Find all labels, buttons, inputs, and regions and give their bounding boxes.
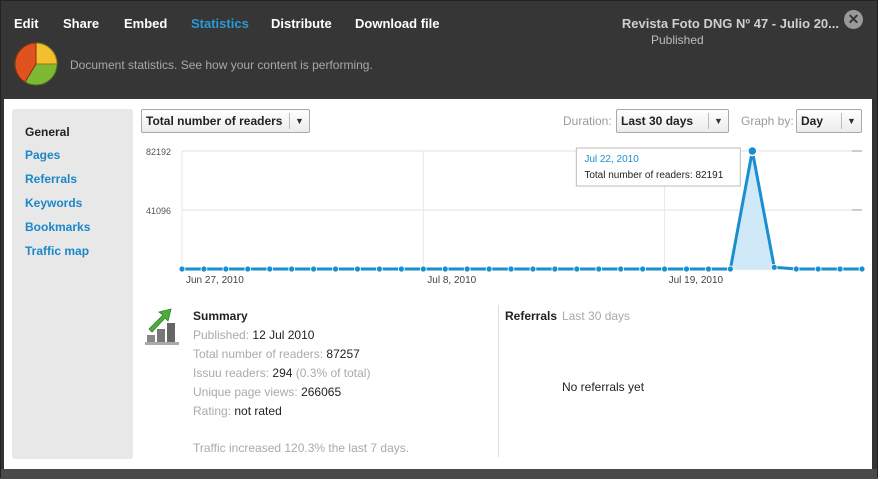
data-point xyxy=(661,265,668,273)
data-point xyxy=(266,265,274,273)
data-point xyxy=(792,265,800,273)
x-tick-label: Jul 8, 2010 xyxy=(427,275,476,286)
rating-value: not rated xyxy=(234,404,282,418)
data-point xyxy=(617,265,625,273)
data-point xyxy=(529,265,537,273)
tooltip-value: Total number of readers: 82191 xyxy=(584,170,723,181)
data-point xyxy=(595,265,603,273)
document-status: Published xyxy=(651,33,704,47)
summary-published: Published: 12 Jul 2010 xyxy=(193,328,314,342)
tab-statistics[interactable]: Statistics xyxy=(191,16,249,31)
summary-page-views: Unique page views: 266065 xyxy=(193,385,341,399)
metric-select-value: Total number of readers xyxy=(146,114,283,128)
sidebar-item-bookmarks[interactable]: Bookmarks xyxy=(25,220,90,234)
sidebar-item-traffic-map[interactable]: Traffic map xyxy=(25,244,89,258)
y-tick-label: 82192 xyxy=(146,147,171,157)
tab-embed[interactable]: Embed xyxy=(124,16,167,31)
data-point xyxy=(770,263,778,271)
data-point xyxy=(200,265,208,273)
summary-issuu-readers: Issuu readers: 294 (0.3% of total) xyxy=(193,366,370,380)
data-point xyxy=(332,265,339,273)
graph-by-select[interactable]: Day ▼ xyxy=(796,109,862,133)
header-tagline: Document statistics. See how your conten… xyxy=(70,58,373,72)
section-divider xyxy=(498,305,499,457)
data-point xyxy=(310,265,318,273)
data-point xyxy=(463,265,471,273)
referrals-title: Referrals xyxy=(505,309,558,323)
tab-distribute[interactable]: Distribute xyxy=(271,16,332,31)
sidebar-item-general[interactable]: General xyxy=(25,125,70,139)
referrals-empty-message: No referrals yet xyxy=(562,380,645,394)
metric-select[interactable]: Total number of readers ▼ xyxy=(141,109,310,133)
chevron-down-icon: ▼ xyxy=(841,113,861,129)
duration-label: Duration: xyxy=(563,114,612,128)
data-point xyxy=(747,145,758,157)
data-point xyxy=(683,265,690,273)
dialog-header: Edit Share Embed Statistics Distribute D… xyxy=(1,1,877,99)
tab-share[interactable]: Share xyxy=(63,16,99,31)
data-point xyxy=(573,265,581,273)
tab-download-file[interactable]: Download file xyxy=(355,16,440,31)
summary-chart-icon xyxy=(145,308,179,345)
statistics-pie-icon xyxy=(14,42,58,86)
sidebar: General Pages Referrals Keywords Bookmar… xyxy=(12,109,133,459)
referrals-subtitle: Last 30 days xyxy=(562,309,631,323)
graph-by-select-value: Day xyxy=(801,114,824,128)
summary-rating: Rating: not rated xyxy=(193,404,282,418)
chevron-down-icon: ▼ xyxy=(708,113,728,129)
data-point xyxy=(507,265,515,273)
views-label: Unique page views: xyxy=(193,385,298,399)
sidebar-item-referrals[interactable]: Referrals xyxy=(25,172,77,186)
duration-select-value: Last 30 days xyxy=(621,114,694,128)
data-point xyxy=(551,265,559,273)
data-point xyxy=(419,265,427,273)
readers-label: Total number of readers: xyxy=(193,347,324,361)
published-label: Published: xyxy=(193,328,250,342)
data-point xyxy=(705,265,712,273)
published-value: 12 Jul 2010 xyxy=(252,328,315,342)
data-point xyxy=(485,265,493,273)
data-point xyxy=(639,265,647,273)
issuu-value: 294 xyxy=(272,366,293,380)
chart-x-ticks: Jun 27, 2010 Jul 8, 2010 Jul 19, 2010 xyxy=(186,275,724,286)
sidebar-item-keywords[interactable]: Keywords xyxy=(25,196,82,210)
rating-label: Rating: xyxy=(193,404,232,418)
summary-readers: Total number of readers: 87257 xyxy=(193,347,360,361)
data-point xyxy=(288,265,296,273)
tooltip-date: Jul 22, 2010 xyxy=(584,154,639,165)
data-point xyxy=(726,265,734,273)
issuu-percent: (0.3% of total) xyxy=(295,366,371,380)
close-icon[interactable]: ✕ xyxy=(844,10,863,29)
data-point xyxy=(222,265,230,273)
sidebar-item-pages[interactable]: Pages xyxy=(25,148,60,162)
data-point xyxy=(178,265,186,273)
y-tick-label: 41096 xyxy=(146,206,171,216)
x-tick-label: Jun 27, 2010 xyxy=(186,275,244,286)
issuu-label: Issuu readers: xyxy=(193,366,270,380)
x-tick-label: Jul 19, 2010 xyxy=(669,275,724,286)
data-point xyxy=(858,265,866,273)
views-value: 266065 xyxy=(301,385,342,399)
graph-by-label: Graph by: xyxy=(741,114,794,128)
data-point xyxy=(376,265,383,273)
readers-value: 87257 xyxy=(326,347,360,361)
statistics-panel: General Pages Referrals Keywords Bookmar… xyxy=(4,99,872,469)
traffic-note: Traffic increased 120.3% the last 7 days… xyxy=(193,441,410,455)
document-title: Revista Foto DNG Nº 47 - Julio 20... xyxy=(621,16,839,31)
duration-select[interactable]: Last 30 days ▼ xyxy=(616,109,729,133)
chevron-down-icon: ▼ xyxy=(289,113,309,129)
summary-title: Summary xyxy=(193,309,248,323)
data-point xyxy=(354,265,361,273)
data-point xyxy=(441,265,449,273)
readers-chart: 82192 41096 Jun 27, 2010 Jul 8, 2010 Jul 19… xyxy=(146,145,866,286)
tab-edit[interactable]: Edit xyxy=(14,16,39,31)
data-point xyxy=(814,265,822,273)
statistics-dialog: Edit Share Embed Statistics Distribute D… xyxy=(0,0,878,479)
data-point xyxy=(397,265,405,273)
data-point xyxy=(244,265,252,273)
data-point xyxy=(836,265,844,273)
chart-tooltip: Jul 22, 2010 Total number of readers: 821… xyxy=(575,147,741,187)
